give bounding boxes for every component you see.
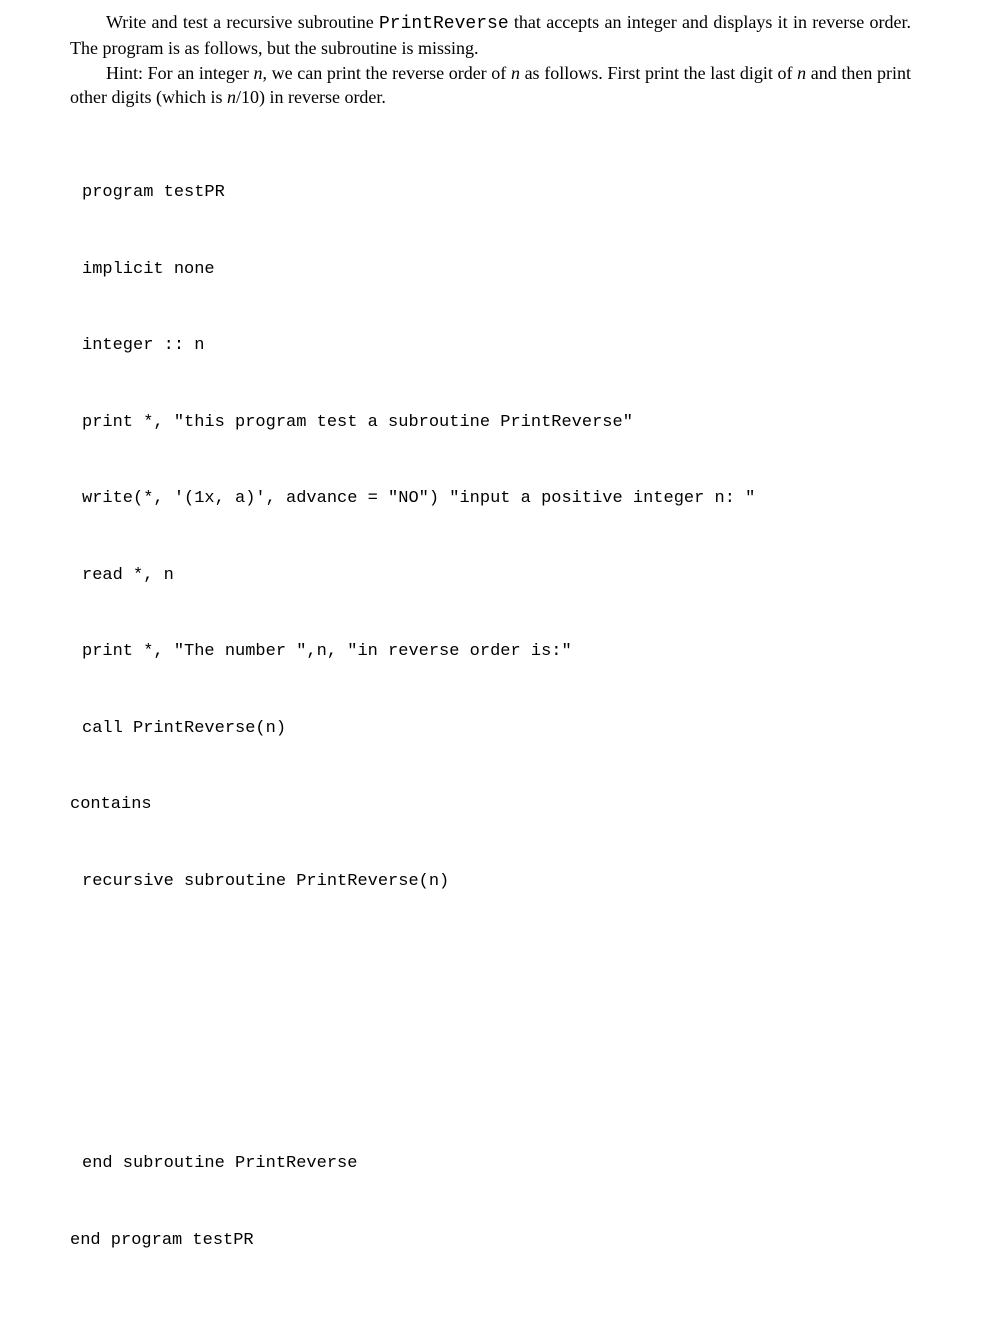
math-var: n — [254, 63, 263, 83]
math-var: n — [797, 63, 806, 83]
code-line: integer :: n — [70, 333, 911, 359]
code-line: contains — [70, 792, 911, 818]
code-listing: program testPR implicit none integer :: … — [70, 129, 911, 1304]
code-line: implicit none — [70, 257, 911, 283]
code-line: recursive subroutine PrintReverse(n) — [70, 869, 911, 895]
code-line: call PrintReverse(n) — [70, 716, 911, 742]
text: /10) in reverse order. — [236, 87, 386, 107]
code-line: end subroutine PrintReverse — [70, 1151, 911, 1177]
page: Write and test a recursive subroutine Pr… — [0, 0, 981, 1324]
code-line: write(*, '(1x, a)', advance = "NO") "inp… — [70, 486, 911, 512]
text: Hint: For an integer — [106, 63, 254, 83]
math-var: n — [227, 87, 236, 107]
subroutine-body-placeholder — [70, 945, 911, 1100]
code-line: end program testPR — [70, 1228, 911, 1254]
text: Write and test a recursive subroutine — [106, 12, 379, 32]
code-line: program testPR — [70, 180, 911, 206]
code-line: print *, "this program test a subroutine… — [70, 410, 911, 436]
problem-description: Write and test a recursive subroutine Pr… — [70, 10, 911, 109]
text: , we can print the reverse order of — [263, 63, 511, 83]
code-line: print *, "The number ",n, "in reverse or… — [70, 639, 911, 665]
code-line: read *, n — [70, 563, 911, 589]
paragraph-1: Write and test a recursive subroutine Pr… — [70, 10, 911, 61]
paragraph-2: Hint: For an integer n, we can print the… — [70, 61, 911, 110]
text: as follows. First print the last digit o… — [520, 63, 797, 83]
code-inline: PrintReverse — [379, 14, 509, 34]
math-var: n — [511, 63, 520, 83]
